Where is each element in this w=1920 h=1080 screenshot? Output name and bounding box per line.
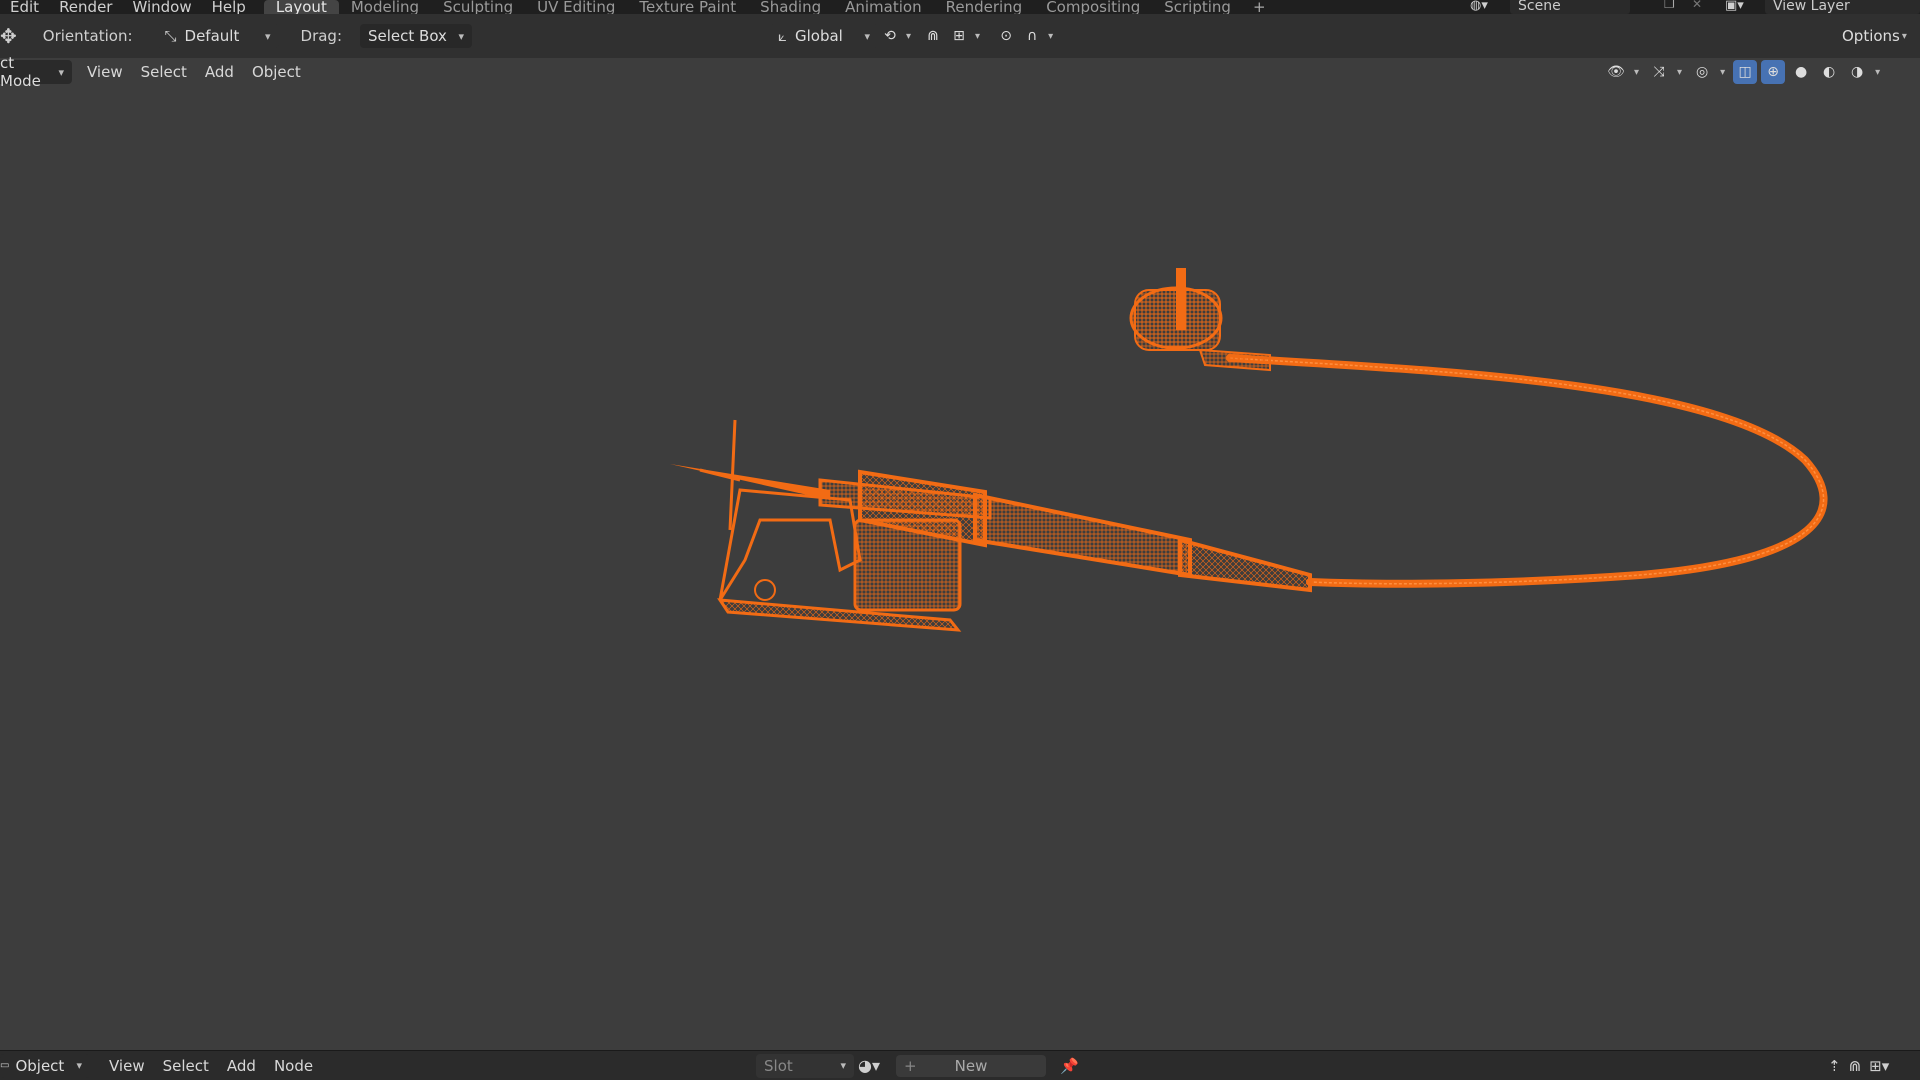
workspace-tab-scripting[interactable]: Scripting — [1152, 0, 1243, 15]
material-sphere-icon[interactable]: ◕▾ — [858, 1056, 880, 1075]
chevron-down-icon[interactable]: ▾ — [975, 31, 980, 42]
workspace-tab-rendering[interactable]: Rendering — [934, 0, 1035, 15]
material-shading-icon[interactable]: ◐ — [1817, 60, 1841, 84]
slot-label: Slot — [764, 1056, 793, 1075]
transform-orientation-value: Global — [795, 27, 843, 45]
scene-selector[interactable]: ◍▾ Scene ❐ — [1470, 0, 1680, 14]
chevron-down-icon[interactable]: ▾ — [1634, 67, 1639, 78]
wireframe-shading-icon[interactable]: ⊕ — [1761, 60, 1786, 84]
menu-window[interactable]: Window — [122, 0, 201, 15]
snap-grid-icon[interactable]: ⊞▾ — [1869, 1057, 1889, 1075]
object-mode-icon: ▭ — [0, 1060, 10, 1071]
viewport-menu-view[interactable]: View — [78, 63, 132, 81]
global-axes-icon: ⟀ — [778, 27, 787, 45]
editor-mode-dropdown[interactable]: ▭ Object ▾ — [0, 1053, 90, 1078]
workspace-tab-sculpting[interactable]: Sculpting — [431, 0, 525, 15]
editor-menu-view[interactable]: View — [100, 1057, 154, 1075]
scene-name[interactable]: Scene — [1510, 0, 1630, 14]
drag-dropdown[interactable]: Select Box ▾ — [360, 24, 472, 48]
gizmo-icon[interactable]: ⤨ — [1647, 60, 1671, 84]
workspace-tab-layout[interactable]: Layout — [263, 0, 339, 15]
editor-mode-value: Object — [15, 1056, 65, 1075]
mode-dropdown[interactable]: ct Mode ▾ — [0, 54, 72, 90]
transform-orientation-dropdown[interactable]: ⟀ Global ▾ — [770, 24, 878, 48]
chevron-down-icon[interactable]: ▾ — [1875, 67, 1880, 78]
slot-dropdown[interactable]: Slot ▾ — [756, 1053, 854, 1078]
orientation-dropdown[interactable]: ⤡ Default ▾ — [156, 24, 279, 48]
soldering-iron-wireframe[interactable] — [0, 86, 1920, 1050]
chevron-down-icon[interactable]: ▾ — [906, 31, 911, 42]
workspace-tab-uv-editing[interactable]: UV Editing — [525, 0, 627, 15]
chevron-down-icon[interactable]: ▾ — [1720, 67, 1725, 78]
chevron-down-icon: ▾ — [58, 65, 64, 79]
workspace-tab-shading[interactable]: Shading — [748, 0, 833, 15]
cable — [1226, 354, 1828, 588]
chevron-down-icon: ▾ — [1901, 30, 1907, 42]
tool-settings-bar: ✥ Orientation: ⤡ Default ▾ Drag: Select … — [0, 14, 1920, 58]
xray-icon[interactable]: ◫ — [1733, 60, 1758, 84]
parent-node-icon[interactable]: ⇡ — [1828, 1057, 1841, 1075]
workspace-tab-compositing[interactable]: Compositing — [1034, 0, 1152, 15]
workspace-tab-modeling[interactable]: Modeling — [339, 0, 431, 15]
move-tool-icon[interactable]: ✥ — [0, 24, 17, 48]
iron-body — [670, 464, 1312, 593]
view-layer-icon: ▣▾ — [1725, 0, 1744, 13]
new-scene-icon[interactable]: ❐ — [1664, 0, 1675, 11]
options-dropdown[interactable]: Options ▾ — [1842, 27, 1911, 45]
snap-increment-icon[interactable]: ⊞ — [947, 24, 971, 48]
view-layer-name[interactable]: View Layer — [1765, 0, 1920, 14]
chevron-down-icon[interactable]: ▾ — [1048, 31, 1053, 42]
editor-menu-select[interactable]: Select — [154, 1057, 218, 1075]
visibility-icon[interactable]: 👁 — [1604, 60, 1628, 84]
orientation-label: Orientation: — [42, 27, 133, 45]
menu-render[interactable]: Render — [49, 0, 122, 15]
viewport-menu-add[interactable]: Add — [196, 63, 243, 81]
drag-label: Drag: — [300, 27, 342, 45]
orientation-value: Default — [184, 27, 240, 45]
rendered-shading-icon[interactable]: ◑ — [1845, 60, 1869, 84]
chevron-down-icon[interactable]: ▾ — [1677, 67, 1682, 78]
viewport-menu-object[interactable]: Object — [243, 63, 310, 81]
viewport-menu-select[interactable]: Select — [132, 63, 196, 81]
menu-edit[interactable]: Edit — [0, 0, 49, 15]
proportional-edit-icon[interactable]: ⊙ — [994, 24, 1018, 48]
overlay-icon[interactable]: ◎ — [1690, 60, 1714, 84]
solid-shading-icon[interactable]: ● — [1789, 60, 1813, 84]
drag-value: Select Box — [368, 27, 447, 45]
snap-icon[interactable]: ⋒ — [921, 24, 945, 48]
mode-value: ct Mode — [0, 54, 41, 90]
workspace-tab-animation[interactable]: Animation — [833, 0, 933, 15]
pivot-icon[interactable]: ⟲ — [878, 24, 902, 48]
orientation-icon: ⤡ — [164, 27, 177, 45]
plus-icon: + — [904, 1056, 917, 1075]
new-material-button[interactable]: + New — [896, 1054, 1046, 1077]
scene-icon: ◍▾ — [1470, 0, 1488, 13]
menu-help[interactable]: Help — [202, 0, 256, 15]
close-scene-icon[interactable]: ✕ — [1692, 0, 1702, 11]
chevron-down-icon: ▾ — [76, 1059, 82, 1072]
editor-menu-node[interactable]: Node — [265, 1057, 322, 1075]
view-layer-selector[interactable]: ▣▾ View Layer — [1725, 0, 1920, 14]
chevron-down-icon: ▾ — [264, 29, 271, 43]
falloff-icon[interactable]: ∩ — [1020, 24, 1044, 48]
options-label: Options — [1842, 27, 1900, 45]
pin-icon[interactable]: 📌 — [1060, 1057, 1079, 1075]
snap-icon[interactable]: ⋒ — [1849, 1057, 1862, 1075]
workspace-tab-texture-paint[interactable]: Texture Paint — [627, 0, 748, 15]
chevron-down-icon: ▾ — [458, 29, 464, 43]
chevron-down-icon: ▾ — [840, 1059, 846, 1072]
new-label: New — [954, 1056, 988, 1075]
chevron-down-icon: ▾ — [864, 29, 870, 43]
3d-viewport[interactable] — [0, 86, 1920, 1050]
plug — [1129, 268, 1271, 372]
editor-menu-add[interactable]: Add — [218, 1057, 265, 1075]
shader-editor-header: ▭ Object ▾ View Select Add Node Slot ▾ ◕▾ +… — [0, 1050, 1920, 1080]
